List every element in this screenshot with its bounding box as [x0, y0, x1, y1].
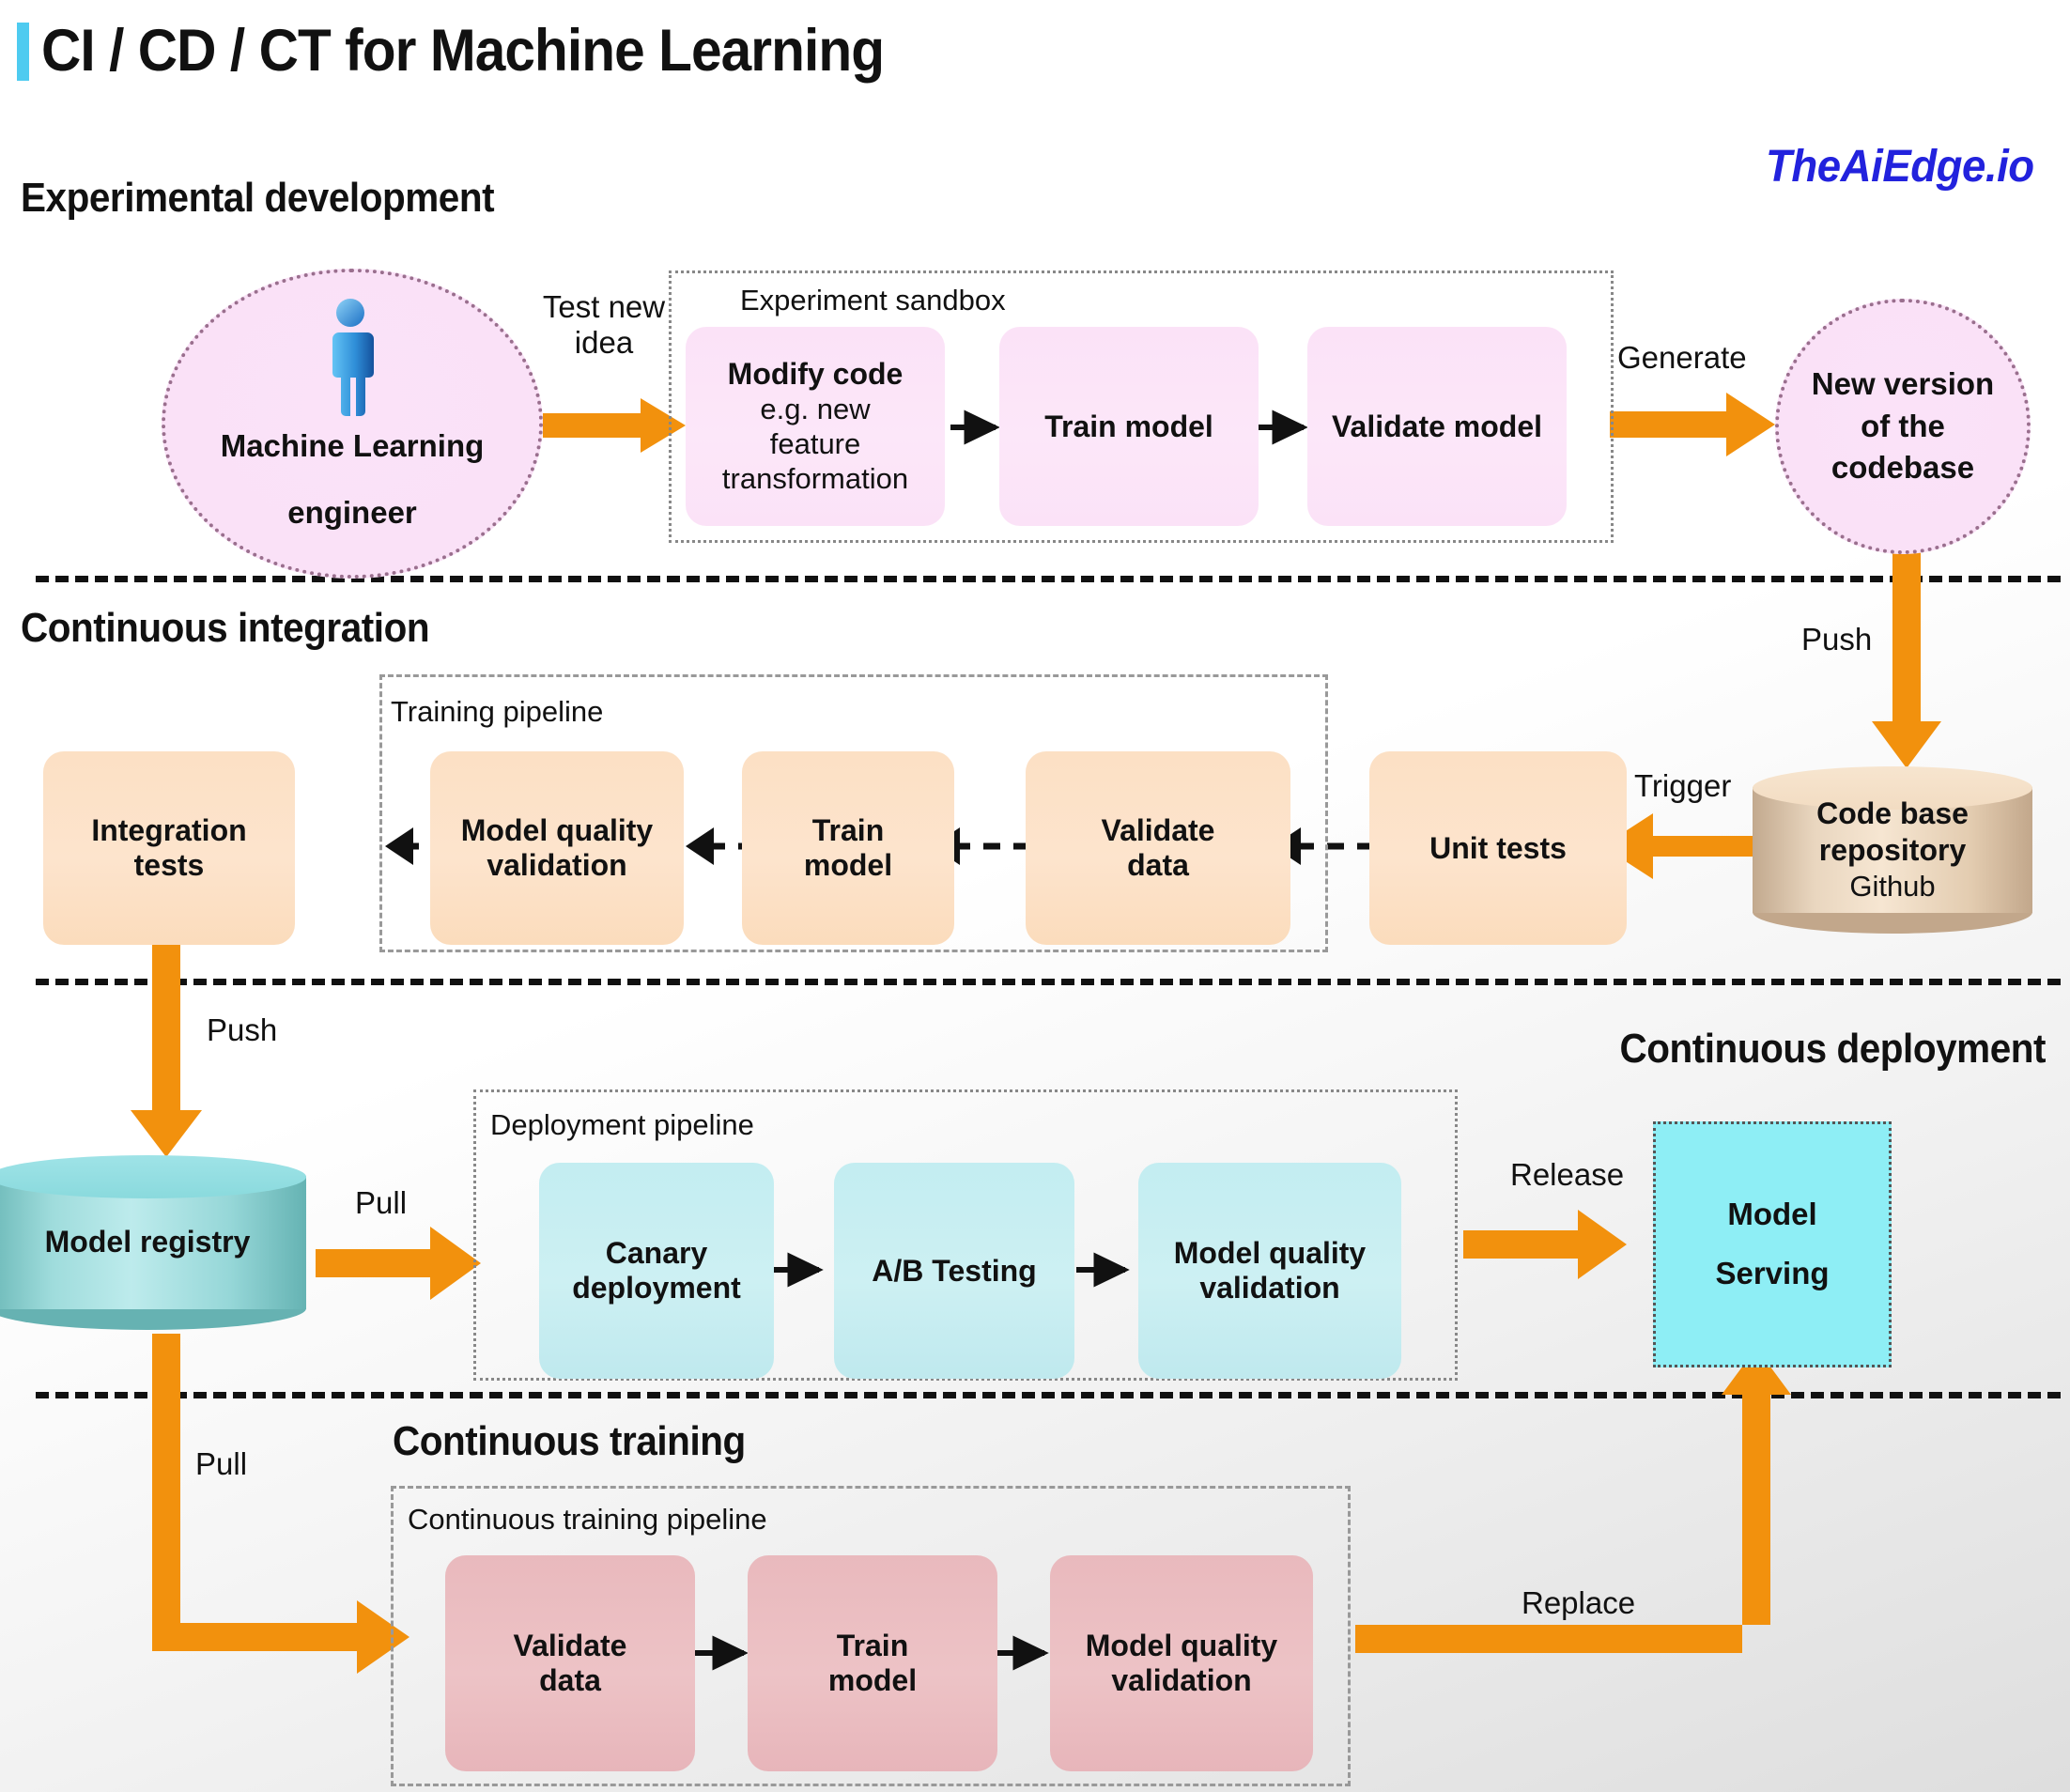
arrow-generate: [1610, 393, 1775, 456]
ci-quality-line1: Model quality: [460, 813, 654, 848]
arrow-push-integration-to-registry: [131, 941, 202, 1157]
unit-tests-label: Unit tests: [1429, 830, 1567, 865]
label-test-new-idea: Test new idea: [542, 289, 666, 360]
node-model-quality-validation-cd[interactable]: Model quality validation: [1138, 1163, 1401, 1379]
ci-train-line2: model: [803, 848, 893, 882]
label-pull-deployment: Pull: [355, 1185, 408, 1220]
label-experiment-sandbox: Experiment sandbox: [740, 284, 1006, 317]
codebase-line2: of the: [1861, 408, 1945, 443]
arrow-push-codebase-to-repo: [1872, 528, 1941, 768]
label-push-registry: Push: [207, 1012, 278, 1047]
cd-quality-line2: validation: [1199, 1271, 1340, 1305]
heading-experimental-development: Experimental development: [21, 175, 495, 221]
serving-line1: Model: [1727, 1197, 1817, 1232]
node-modify-code[interactable]: Modify code e.g. new feature transformat…: [686, 327, 945, 526]
node-unit-tests[interactable]: Unit tests: [1369, 751, 1627, 945]
heading-continuous-deployment: Continuous deployment: [1619, 1026, 2046, 1072]
arrow-pull-registry-to-deployment: [316, 1227, 481, 1300]
label-pull-ct: Pull: [195, 1446, 248, 1481]
node-ml-engineer[interactable]: Machine Learning engineer: [162, 269, 543, 579]
abtesting-label: A/B Testing: [872, 1253, 1037, 1288]
ct-train-line2: model: [827, 1663, 918, 1697]
modify-code-sub1: e.g. new: [760, 392, 871, 425]
ct-validate-line1: Validate: [513, 1629, 627, 1663]
canary-line1: Canary: [605, 1236, 708, 1271]
arrow-pull-registry-to-ct: [152, 1334, 409, 1674]
node-canary-deployment[interactable]: Canary deployment: [539, 1163, 774, 1379]
label-replace: Replace: [1522, 1585, 1636, 1620]
separator-cd-ct: [36, 1392, 2061, 1398]
serving-line2: Serving: [1715, 1256, 1830, 1290]
heading-continuous-training: Continuous training: [393, 1418, 746, 1464]
node-ab-testing[interactable]: A/B Testing: [834, 1163, 1074, 1379]
node-validate-model-exp[interactable]: Validate model: [1307, 327, 1567, 526]
train-model-exp-label: Train model: [1044, 409, 1213, 443]
node-model-quality-validation-ct[interactable]: Model quality validation: [1050, 1555, 1313, 1771]
page-title: CI / CD / CT for Machine Learning: [41, 18, 885, 84]
arrow-release: [1463, 1210, 1627, 1279]
repo-line2: repository: [1818, 833, 1967, 868]
repo-line1: Code base: [1816, 796, 1969, 831]
node-train-model-exp[interactable]: Train model: [999, 327, 1259, 526]
node-integration-tests[interactable]: Integration tests: [43, 751, 295, 945]
ct-validate-line2: data: [539, 1663, 601, 1697]
label-trigger: Trigger: [1634, 768, 1732, 803]
codebase-line3: codebase: [1831, 450, 1975, 486]
modify-code-sub2: feature: [769, 426, 861, 460]
ci-validate-line2: data: [1127, 848, 1189, 882]
arrow-test-new-idea: [543, 398, 686, 453]
ct-train-line1: Train: [836, 1629, 909, 1663]
canary-line2: deployment: [572, 1271, 741, 1305]
diagram-canvas: CI / CD / CT for Machine Learning TheAiE…: [0, 0, 2070, 1792]
node-model-registry[interactable]: Model registry: [0, 1155, 306, 1330]
node-model-quality-validation-ci[interactable]: Model quality validation: [430, 751, 684, 945]
node-new-codebase-version[interactable]: New version of the codebase: [1775, 299, 2031, 554]
label-deployment-pipeline: Deployment pipeline: [490, 1108, 754, 1141]
validate-model-exp-label: Validate model: [1331, 409, 1543, 443]
cd-quality-line1: Model quality: [1173, 1236, 1367, 1271]
title-accent-bar: [17, 23, 29, 81]
label-push-codebase: Push: [1801, 622, 1873, 657]
ct-quality-line2: validation: [1111, 1663, 1252, 1697]
ml-engineer-label-line2: engineer: [287, 495, 417, 530]
modify-code-sub3: transformation: [721, 461, 909, 495]
label-training-pipeline: Training pipeline: [391, 695, 604, 728]
integration-tests-line2: tests: [133, 848, 205, 882]
modify-code-title: Modify code: [727, 356, 904, 391]
integration-tests-line1: Integration: [91, 813, 247, 848]
ml-engineer-label-line1: Machine Learning: [220, 428, 485, 464]
person-icon: [332, 299, 374, 416]
heading-continuous-integration: Continuous integration: [21, 605, 430, 651]
node-validate-data-ci[interactable]: Validate data: [1026, 751, 1290, 945]
brand-logo: TheAiEdge.io: [1766, 142, 2034, 192]
label-generate: Generate: [1617, 340, 1747, 375]
ci-validate-line1: Validate: [1101, 813, 1215, 848]
ci-train-line1: Train: [811, 813, 885, 848]
ct-quality-line1: Model quality: [1085, 1629, 1278, 1663]
node-validate-data-ct[interactable]: Validate data: [445, 1555, 695, 1771]
registry-text: Model registry: [44, 1225, 251, 1259]
label-release: Release: [1510, 1157, 1625, 1192]
repo-sub: Github: [1849, 870, 1936, 904]
node-train-model-ci[interactable]: Train model: [742, 751, 954, 945]
repo-label: Code base repository Github: [1753, 766, 2032, 934]
node-train-model-ct[interactable]: Train model: [748, 1555, 997, 1771]
registry-label: Model registry: [0, 1155, 306, 1330]
ci-quality-line2: validation: [487, 848, 627, 882]
separator-ci-cd: [36, 979, 2061, 985]
node-model-serving[interactable]: Model Serving: [1653, 1121, 1892, 1367]
label-ct-pipeline: Continuous training pipeline: [408, 1503, 767, 1536]
node-code-base-repository[interactable]: Code base repository Github: [1753, 766, 2032, 934]
codebase-line1: New version: [1811, 366, 1995, 402]
